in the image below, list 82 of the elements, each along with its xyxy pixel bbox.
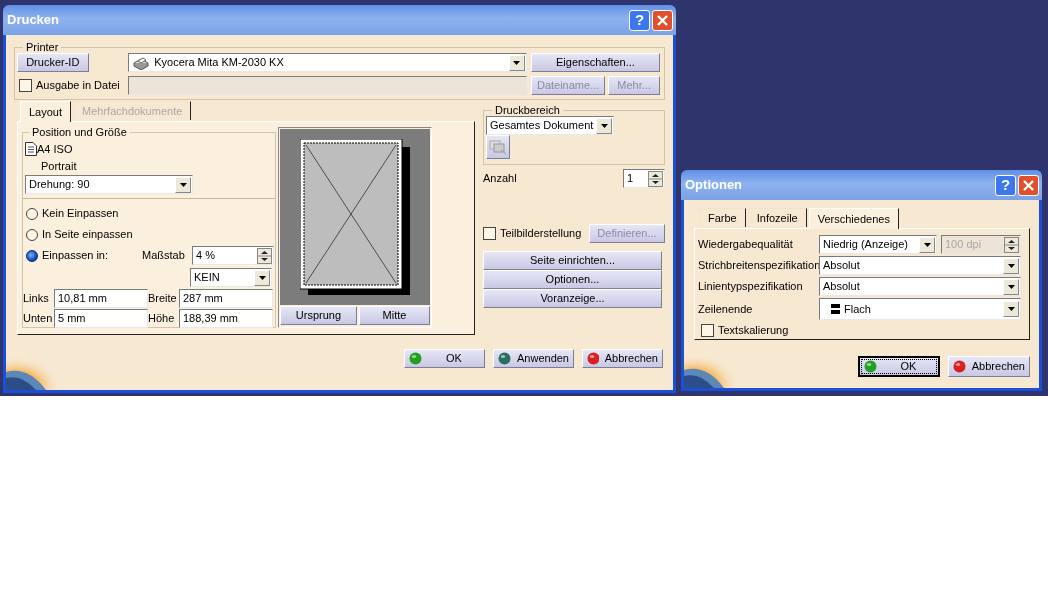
- option-label: Wiedergabequalität: [698, 237, 794, 253]
- caret-icon: [1003, 257, 1019, 274]
- help-button[interactable]: ?: [995, 174, 1016, 196]
- printer-id-button[interactable]: Drucker-ID: [17, 53, 89, 72]
- tab[interactable]: Layout: [20, 101, 72, 122]
- input-field[interactable]: 10,81 mm: [54, 289, 148, 308]
- option-label: Linientypspezifikation: [698, 279, 804, 295]
- tab[interactable]: Farbe: [699, 208, 746, 227]
- group-label: Druckbereich: [494, 105, 561, 116]
- printer-icon: [132, 55, 151, 70]
- close-icon: [657, 14, 668, 26]
- group-label: Position und Größe: [31, 127, 128, 138]
- dialog-button[interactable]: OK: [404, 349, 485, 368]
- option-label: Strichbreitenspezifikation: [698, 258, 819, 274]
- scale-label: Maßstab: [142, 248, 186, 264]
- scale-spinner[interactable]: 4 %: [192, 246, 274, 265]
- option-select[interactable]: Flach: [819, 298, 1021, 320]
- caret-icon: [596, 117, 612, 134]
- action-button[interactable]: Seite einrichten...: [483, 251, 662, 270]
- spin-arrows-icon: [1004, 236, 1019, 253]
- action-button[interactable]: Voranzeige...: [483, 289, 662, 308]
- select-area-button[interactable]: [486, 135, 510, 159]
- origin-button[interactable]: Ursprung: [280, 306, 357, 325]
- option-select[interactable]: Niedrig (Anzeige): [819, 235, 937, 254]
- close-button[interactable]: [652, 9, 673, 31]
- scale-preset-select[interactable]: KEIN: [190, 268, 272, 287]
- group-label: Printer: [25, 42, 60, 53]
- dialog-button[interactable]: Abbrechen: [582, 349, 663, 368]
- print-range-select[interactable]: Gesamtes Dokument: [486, 116, 614, 135]
- center-button[interactable]: Mitte: [358, 306, 430, 325]
- field-label: Höhe: [148, 311, 176, 327]
- window-title: Drucken: [7, 11, 60, 30]
- copies-label: Anzahl: [483, 171, 517, 187]
- help-button[interactable]: ?: [629, 9, 650, 31]
- tab[interactable]: Infozeile: [747, 208, 807, 227]
- orientation-label: Portrait: [41, 159, 77, 172]
- caret-icon: [254, 269, 270, 286]
- caret-icon: [175, 176, 191, 193]
- properties-button[interactable]: Eigenschaften...: [530, 53, 660, 72]
- option-select[interactable]: Absolut: [819, 277, 1021, 296]
- printer-select[interactable]: Kyocera Mita KM-2030 KX: [128, 53, 527, 72]
- field-label: Links: [23, 291, 50, 307]
- option-select[interactable]: Absolut: [819, 256, 1021, 275]
- paper-size: A4 ISO: [37, 142, 73, 157]
- action-button[interactable]: Optionen...: [483, 270, 662, 289]
- rotation-select[interactable]: Drehung: 90: [25, 175, 193, 194]
- radio-button[interactable]: [26, 228, 38, 241]
- checkbox[interactable]: [701, 323, 714, 337]
- checkbox-label: Teilbilderstellung: [500, 226, 582, 242]
- field-label: Breite: [148, 291, 178, 307]
- caret-icon: [1003, 301, 1019, 317]
- file-path-field[interactable]: [128, 76, 527, 95]
- window-title: Optionen: [685, 176, 743, 195]
- spin-arrows-icon: [257, 247, 272, 264]
- radio-label: Kein Einpassen: [42, 206, 119, 222]
- checkbox-label: Textskalierung: [718, 323, 789, 338]
- copies-spinner[interactable]: 1: [623, 169, 665, 188]
- option-label: Zeilenende: [698, 301, 754, 317]
- radio-button[interactable]: [26, 207, 38, 220]
- dialog-button[interactable]: Anwenden: [493, 349, 574, 368]
- radio-button[interactable]: [26, 249, 38, 262]
- radio-label: In Seite einpassen: [42, 227, 133, 243]
- field-label: Unten: [23, 311, 54, 327]
- radio-label: Einpassen in:: [42, 248, 109, 264]
- spin-arrows-icon: [648, 170, 663, 187]
- caret-icon: [919, 236, 935, 253]
- input-field[interactable]: 5 mm: [54, 309, 148, 328]
- checkbox[interactable]: [483, 227, 496, 240]
- tab[interactable]: Verschiedenes: [808, 208, 899, 229]
- input-field[interactable]: 287 mm: [179, 289, 273, 308]
- close-button[interactable]: [1018, 174, 1039, 196]
- image-select-icon: [489, 139, 507, 155]
- close-icon: [1023, 179, 1034, 191]
- checkbox[interactable]: [19, 79, 32, 92]
- input-field[interactable]: 188,39 mm: [179, 309, 273, 328]
- checkbox-label: Ausgabe in Datei: [36, 78, 120, 94]
- caret-icon: [1003, 278, 1019, 295]
- dialog-button[interactable]: Abbrechen: [948, 356, 1030, 377]
- line-end-icon: [831, 304, 840, 314]
- document-icon: [25, 142, 37, 157]
- dialog-button[interactable]: OK: [858, 356, 940, 377]
- caret-icon: [509, 54, 525, 71]
